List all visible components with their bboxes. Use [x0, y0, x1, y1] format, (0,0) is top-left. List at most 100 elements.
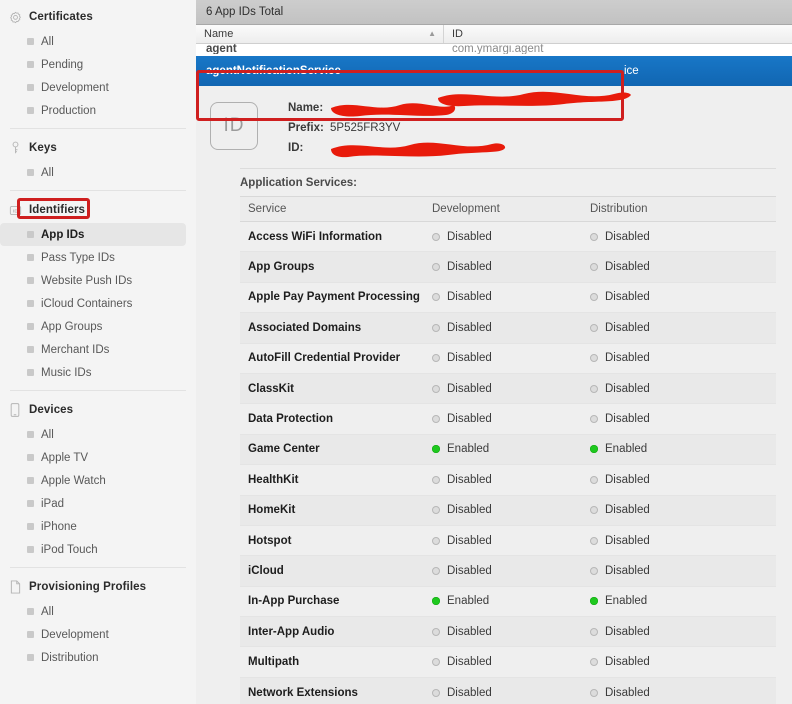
service-name: Game Center	[248, 443, 320, 456]
sidebar-item-website-push-ids[interactable]: Website Push IDs	[0, 269, 196, 292]
detail-field-id-label: ID:	[288, 142, 304, 154]
status-badge: Disabled	[432, 565, 590, 577]
sidebar-item-ipad[interactable]: iPad	[0, 492, 196, 515]
service-development-status: Disabled	[432, 352, 590, 364]
sidebar-item-distribution[interactable]: Distribution	[0, 646, 196, 669]
service-row[interactable]: HomeKit Disabled Disabled	[240, 495, 776, 526]
service-name: Hotspot	[248, 534, 292, 547]
status-label: Disabled	[605, 504, 650, 517]
service-row[interactable]: Network Extensions Disabled Disabled	[240, 677, 776, 704]
sidebar-item-bullet-icon	[27, 38, 34, 45]
sidebar-group-header-provisioning-profiles[interactable]: Provisioning Profiles	[0, 574, 196, 600]
service-row[interactable]: In-App Purchase Enabled Enabled	[240, 586, 776, 618]
sidebar-item-app-groups[interactable]: App Groups	[0, 315, 196, 338]
service-row[interactable]: Apple Pay Payment Processing Disabled Disa…	[240, 282, 776, 314]
status-badge: Enabled	[432, 595, 590, 607]
detail-field-name-label: Name:	[288, 102, 324, 114]
service-name: HealthKit	[248, 473, 299, 486]
service-row[interactable]: Associated Domains Disabled Disabled	[240, 313, 776, 344]
status-disabled-icon	[432, 415, 440, 424]
sidebar-item-apple-tv[interactable]: Apple TV	[0, 446, 196, 469]
sidebar-item-pending[interactable]: Pending	[0, 53, 196, 76]
service-row[interactable]: Inter-App Audio Disabled Disabled	[240, 617, 776, 648]
status-label: Disabled	[447, 382, 492, 395]
status-enabled-icon	[432, 445, 440, 454]
sidebar-item-production[interactable]: Production	[0, 99, 196, 122]
service-distribution-status: Disabled	[590, 413, 776, 425]
status-disabled-icon	[590, 384, 598, 393]
service-row[interactable]: HealthKit Disabled Disabled	[240, 465, 776, 496]
sidebar-group-header-keys[interactable]: Keys	[0, 135, 196, 161]
sidebar-item-apple-watch[interactable]: Apple Watch	[0, 469, 196, 492]
status-label: Disabled	[447, 352, 492, 365]
service-name: Access WiFi Information	[248, 230, 383, 243]
sidebar-item-app-ids[interactable]: App IDs	[0, 223, 186, 246]
service-row[interactable]: Game Center Enabled Enabled	[240, 434, 776, 466]
table-row[interactable]: agent com.ymargi.agent	[196, 44, 792, 56]
sidebar-group-title: Provisioning Profiles	[29, 581, 147, 593]
sidebar-item-music-ids[interactable]: Music IDs	[0, 361, 196, 384]
service-row[interactable]: ClassKit Disabled Disabled	[240, 373, 776, 405]
identifier-id-icon: ID	[8, 203, 22, 217]
sidebar-group-provisioning-profiles: Provisioning Profiles All Development Distr…	[0, 574, 196, 669]
status-label: Disabled	[447, 656, 492, 669]
sidebar-item-development[interactable]: Development	[0, 76, 196, 99]
svg-text:ID: ID	[13, 208, 18, 214]
sidebar-item-all[interactable]: All	[0, 423, 196, 446]
app-id-detail-panel: ID Name: Prefix: 5P525FR3YV ID: Applicat…	[196, 86, 792, 704]
status-disabled-icon	[590, 293, 598, 302]
table-row[interactable]: agentNotificationService ice	[196, 56, 792, 86]
sidebar-item-label: Distribution	[41, 651, 99, 664]
status-badge: Disabled	[432, 413, 590, 425]
status-badge: Disabled	[432, 231, 590, 243]
sidebar-item-label: All	[41, 35, 54, 48]
status-badge: Disabled	[432, 687, 590, 699]
service-row[interactable]: Hotspot Disabled Disabled	[240, 525, 776, 557]
service-row[interactable]: Access WiFi Information Disabled Disabled	[240, 222, 776, 253]
sidebar-item-label: App Groups	[41, 320, 103, 333]
status-disabled-icon	[432, 658, 440, 667]
sidebar-item-all[interactable]: All	[0, 600, 196, 623]
status-label: Disabled	[447, 625, 492, 638]
sidebar-group-header-identifiers[interactable]: ID Identifiers	[0, 197, 196, 223]
column-header-name[interactable]: Name ▲	[196, 25, 444, 43]
column-header-id[interactable]: ID	[444, 25, 792, 43]
service-row[interactable]: App Groups Disabled Disabled	[240, 252, 776, 283]
status-disabled-icon	[590, 323, 598, 332]
sidebar-item-label: iPod Touch	[41, 543, 98, 556]
status-disabled-icon	[590, 627, 598, 636]
sidebar-group-header-devices[interactable]: Devices	[0, 397, 196, 423]
sidebar-item-all[interactable]: All	[0, 161, 196, 184]
sidebar-item-pass-type-ids[interactable]: Pass Type IDs	[0, 246, 196, 269]
row-name-cell: agentNotificationService	[206, 65, 341, 77]
sidebar-item-all[interactable]: All	[0, 30, 196, 53]
detail-field-prefix: Prefix: 5P525FR3YV	[288, 118, 792, 138]
sidebar-item-label: Development	[41, 628, 109, 641]
status-disabled-icon	[432, 232, 440, 241]
status-badge: Disabled	[590, 656, 776, 668]
service-row[interactable]: Data Protection Disabled Disabled	[240, 404, 776, 435]
sidebar-group-header-certificates[interactable]: Certificates	[0, 4, 196, 30]
service-development-status: Disabled	[432, 565, 590, 577]
sidebar-item-bullet-icon	[27, 369, 34, 376]
app-window: Certificates All Pending Development Product…	[0, 0, 792, 704]
sidebar-item-label: iCloud Containers	[41, 297, 133, 310]
status-badge: Disabled	[590, 535, 776, 547]
service-row[interactable]: AutoFill Credential Provider Disabled Disa…	[240, 343, 776, 374]
sidebar-item-icloud-containers[interactable]: iCloud Containers	[0, 292, 196, 315]
service-development-status: Disabled	[432, 535, 590, 547]
sidebar-item-ipod-touch[interactable]: iPod Touch	[0, 538, 196, 561]
service-development-status: Disabled	[432, 474, 590, 486]
app-id-badge-label: ID	[223, 115, 245, 136]
service-row[interactable]: Multipath Disabled Disabled	[240, 647, 776, 678]
service-row[interactable]: iCloud Disabled Disabled	[240, 556, 776, 587]
sidebar-item-bullet-icon	[27, 431, 34, 438]
sidebar-item-development[interactable]: Development	[0, 623, 196, 646]
service-development-status: Disabled	[432, 291, 590, 303]
app-ids-list-region: Name ▲ ID agent com.ymargi.agent agentNo…	[196, 25, 792, 121]
sidebar-item-iphone[interactable]: iPhone	[0, 515, 196, 538]
service-development-status: Disabled	[432, 626, 590, 638]
sidebar-item-merchant-ids[interactable]: Merchant IDs	[0, 338, 196, 361]
sidebar-item-bullet-icon	[27, 169, 34, 176]
status-badge: Disabled	[590, 231, 776, 243]
